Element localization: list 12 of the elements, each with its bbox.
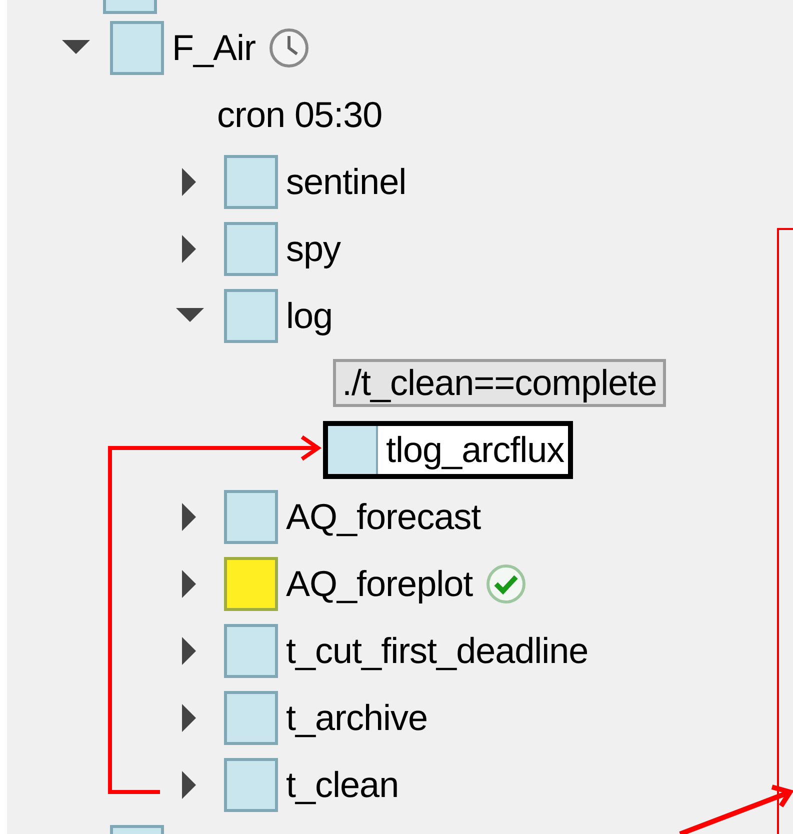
tree-node[interactable]: tlog_arcflux <box>323 420 574 478</box>
tree-node[interactable]: log <box>217 282 340 350</box>
tree-node[interactable]: t_archive <box>217 684 435 752</box>
tree-node[interactable]: AQ_foreplot <box>217 550 534 618</box>
trigger-expression: ./t_clean==complete <box>333 358 666 406</box>
tree-node[interactable]: spy <box>217 214 348 282</box>
tree-node[interactable]: sentinel <box>217 148 414 216</box>
tree-node[interactable]: AQ_forecast <box>217 482 488 550</box>
cron-attribute: cron 05:30 <box>217 94 382 136</box>
tree-node[interactable]: t_cut_first_deadline <box>217 616 596 684</box>
tree-node[interactable]: F_Air <box>103 14 317 82</box>
tree-node[interactable]: t_clean <box>217 750 406 818</box>
